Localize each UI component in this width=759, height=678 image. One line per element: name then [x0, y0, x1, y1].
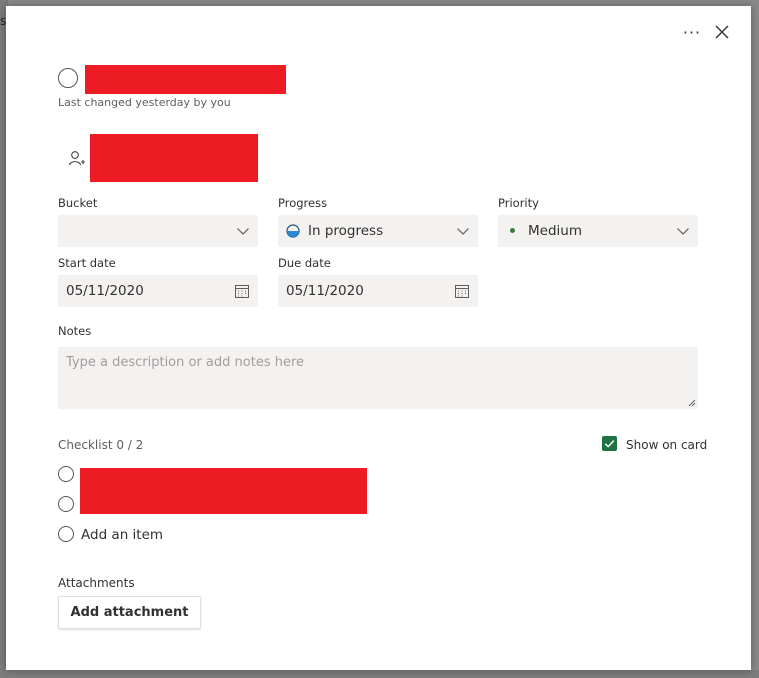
close-icon [715, 25, 729, 39]
priority-label: Priority [498, 196, 539, 210]
start-date-input[interactable]: 05/11/2020 [58, 275, 258, 307]
progress-label: Progress [278, 196, 328, 210]
more-options-button[interactable]: ··· [682, 24, 702, 44]
start-date-value: 05/11/2020 [66, 283, 144, 299]
task-last-changed: Last changed yesterday by you [58, 96, 231, 109]
calendar-icon[interactable] [454, 283, 470, 299]
show-on-card-label[interactable]: Show on card [626, 438, 707, 452]
task-details-dialog: ··· Last changed yesterday by you Bucket… [6, 6, 751, 670]
checklist-label: Checklist 0 / 2 [58, 438, 144, 452]
checklist-item-2-circle[interactable] [58, 496, 74, 512]
add-item-circle[interactable] [58, 526, 74, 542]
due-date-label: Due date [278, 256, 331, 270]
notes-placeholder: Type a description or add notes here [66, 355, 305, 370]
add-attachment-button[interactable]: Add attachment [58, 596, 201, 629]
chevron-down-icon [237, 228, 249, 235]
notes-textarea[interactable]: Type a description or add notes here [58, 347, 698, 409]
progress-value: In progress [308, 223, 384, 239]
due-date-input[interactable]: 05/11/2020 [278, 275, 478, 307]
assignee-redacted[interactable] [90, 134, 258, 182]
start-date-label: Start date [58, 256, 116, 270]
checkmark-icon [604, 440, 615, 448]
assign-person-icon[interactable] [68, 150, 86, 168]
priority-dropdown[interactable]: Medium [498, 215, 698, 247]
attachments-label: Attachments [58, 576, 135, 590]
resize-grip-icon[interactable] [688, 399, 696, 407]
calendar-icon[interactable] [234, 283, 250, 299]
task-complete-circle[interactable] [58, 68, 78, 88]
progress-dropdown[interactable]: In progress [278, 215, 478, 247]
checklist-items-redacted[interactable] [80, 468, 367, 514]
chevron-down-icon [457, 228, 469, 235]
show-on-card-checkbox[interactable] [602, 436, 617, 451]
bucket-dropdown[interactable] [58, 215, 258, 247]
add-checklist-item-input[interactable]: Add an item [81, 527, 163, 543]
chevron-down-icon [677, 228, 689, 235]
priority-value: Medium [528, 223, 582, 239]
bucket-label: Bucket [58, 196, 98, 210]
half-circle-progress-icon [286, 224, 300, 238]
checklist-item-1-circle[interactable] [58, 466, 74, 482]
priority-dot-icon [510, 228, 515, 233]
notes-label: Notes [58, 324, 92, 338]
task-title-redacted[interactable] [85, 65, 286, 94]
background-bottom-edge [0, 670, 759, 678]
person-add-icon [68, 151, 85, 166]
due-date-value: 05/11/2020 [286, 283, 364, 299]
close-button[interactable] [714, 24, 734, 44]
